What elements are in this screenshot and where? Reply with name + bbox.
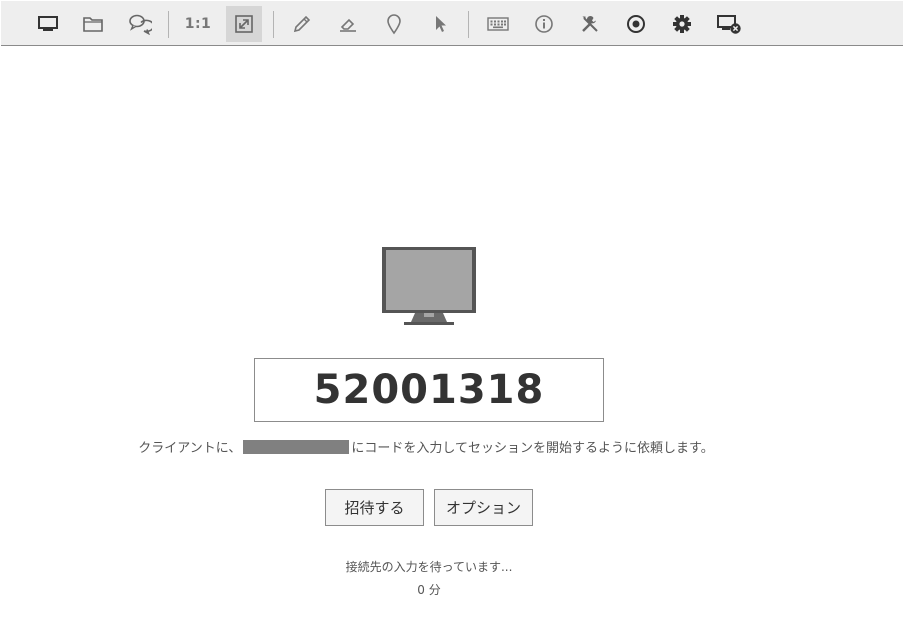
pencil-icon — [293, 15, 311, 33]
instruction-prefix: クライアントに、 — [138, 441, 242, 456]
options-button[interactable]: オプション — [434, 489, 533, 526]
monitor-button[interactable] — [30, 6, 66, 42]
monitor-icon — [38, 16, 58, 31]
end-session-icon — [717, 15, 741, 34]
info-icon — [535, 15, 553, 33]
toolbar-separator — [273, 11, 274, 38]
chat-button[interactable] — [122, 6, 158, 42]
invite-button[interactable]: 招待する — [325, 489, 424, 526]
toolbar: 1:1 — [1, 1, 903, 46]
pen-button[interactable] — [284, 6, 320, 42]
keyboard-button[interactable] — [480, 6, 516, 42]
scale-1to1-button[interactable]: 1:1 — [180, 6, 216, 42]
tools-icon — [582, 16, 598, 32]
elapsed-time: 0 分 — [417, 583, 441, 597]
file-transfer-button[interactable] — [75, 6, 111, 42]
record-button[interactable] — [618, 6, 654, 42]
toolbar-separator — [468, 11, 469, 38]
chat-icon — [129, 14, 152, 35]
pointer-icon — [436, 16, 446, 32]
pin-button[interactable] — [376, 6, 412, 42]
eraser-icon — [340, 18, 356, 32]
keyboard-icon — [487, 17, 509, 31]
tools-button[interactable] — [572, 6, 608, 42]
eraser-button[interactable] — [330, 6, 366, 42]
waiting-status: 接続先の入力を待っています... — [345, 560, 513, 574]
end-session-button[interactable] — [711, 6, 747, 42]
info-button[interactable] — [526, 6, 562, 42]
pointer-button[interactable] — [422, 6, 458, 42]
folder-icon — [83, 17, 103, 32]
map-pin-icon — [387, 14, 401, 35]
fit-screen-button[interactable] — [226, 6, 262, 42]
gear-icon — [673, 15, 691, 33]
instruction-suffix: にコードを入力してセッションを開始するように依頼します。 — [351, 441, 714, 456]
instruction-text: クライアントに、 にコードを入力してセッションを開始するように依頼します。 — [0, 439, 852, 459]
record-icon — [627, 15, 645, 33]
settings-button[interactable] — [664, 6, 700, 42]
scale-1to1-icon: 1:1 — [184, 16, 212, 32]
toolbar-separator — [168, 11, 169, 38]
fit-screen-icon — [235, 15, 253, 33]
session-code: 52001318 — [254, 358, 604, 422]
redacted-url — [243, 440, 350, 454]
monitor-illustration — [382, 247, 476, 325]
